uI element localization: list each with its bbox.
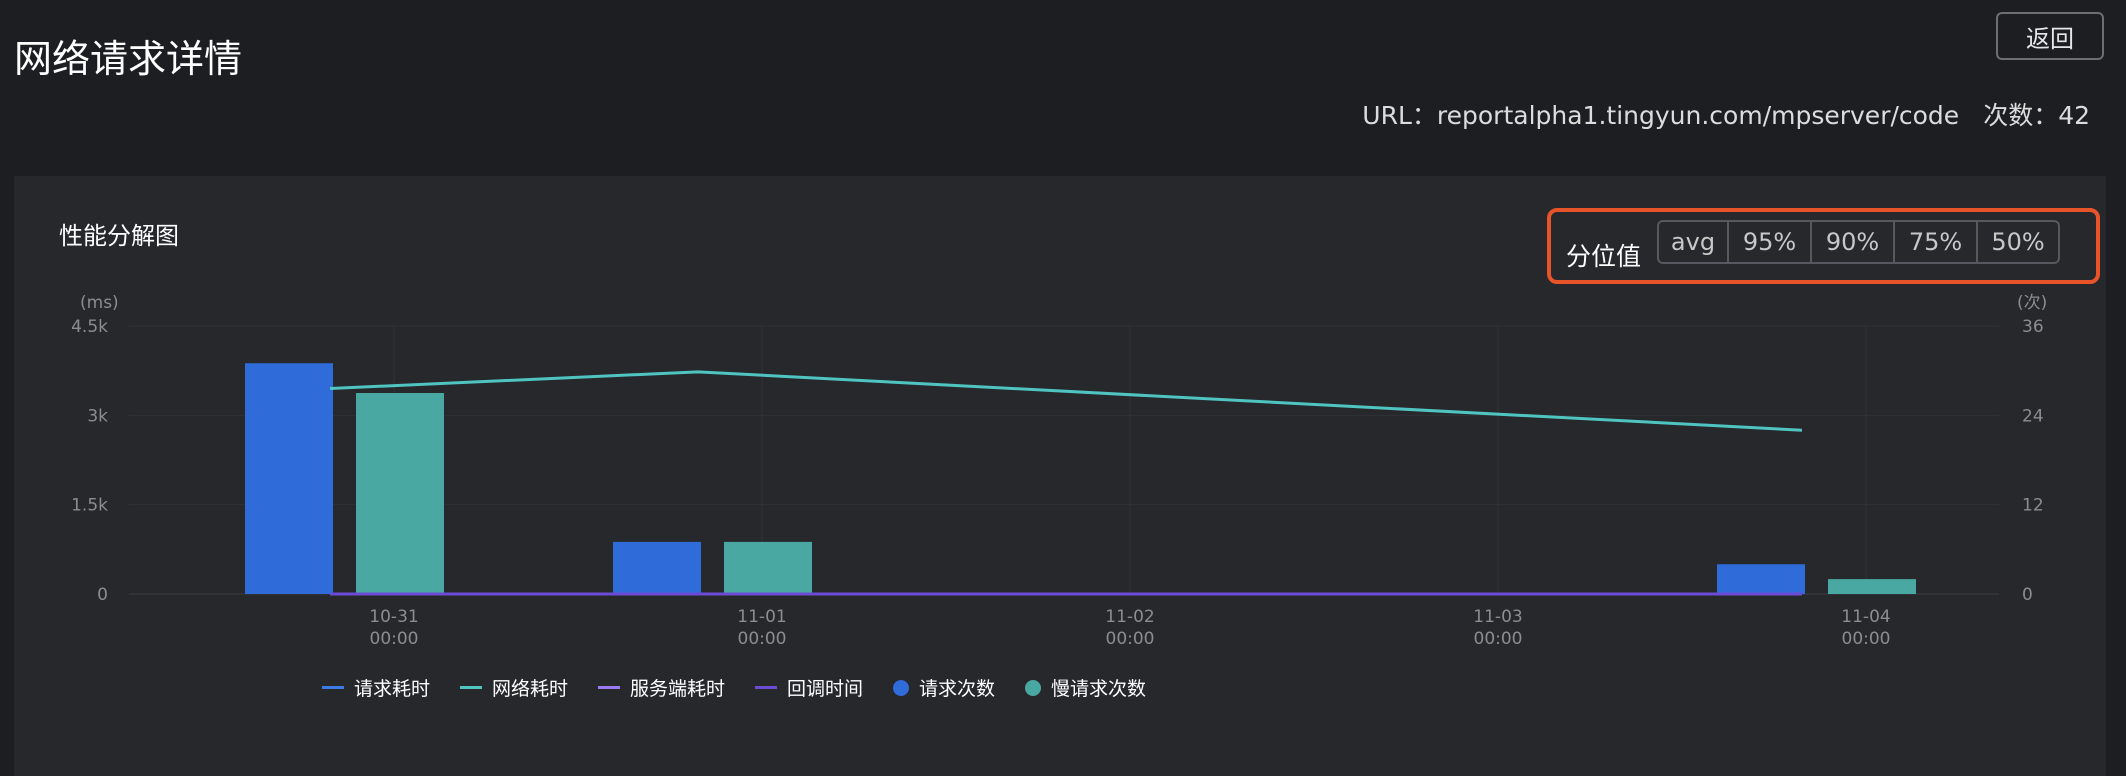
legend-dot-icon	[1025, 679, 1042, 696]
y-right-tick-label: 0	[2022, 585, 2033, 605]
x-tick-label-time: 00:00	[1106, 629, 1155, 649]
legend-line-icon	[459, 686, 482, 689]
legend-line-icon	[597, 686, 620, 689]
y-right-tick-label: 12	[2022, 496, 2044, 516]
performance-panel: 性能分解图 分位值 avg 95% 90% 75% 50% 0 1.5k 3k 4.5…	[14, 176, 2106, 776]
line-network-time	[329, 370, 1803, 432]
legend-item-callback-time[interactable]: 回调时间	[755, 674, 863, 701]
y-right-tick-label: 24	[2022, 406, 2044, 426]
legend-item-server-time[interactable]: 服务端耗时	[597, 674, 725, 701]
bar-request-count	[1717, 564, 1805, 594]
legend-item-slow-request-count[interactable]: 慢请求次数	[1025, 674, 1146, 701]
y-left-tick-label: 0	[97, 585, 108, 605]
x-tick-label-time: 00:00	[1474, 629, 1523, 649]
y-right-tick-label: 36	[2022, 317, 2044, 337]
bar-slow-request-count	[724, 541, 812, 594]
back-button[interactable]: 返回	[1996, 12, 2104, 60]
legend-dot-icon	[893, 679, 910, 696]
legend-item-request-time[interactable]: 请求耗时	[321, 674, 430, 701]
chart-legend: 请求耗时 网络耗时 服务端耗时 回调时间 请求次数 慢请求次数	[14, 674, 1454, 701]
legend-label: 回调时间	[787, 678, 864, 700]
legend-item-request-count[interactable]: 请求次数	[893, 674, 995, 701]
x-tick-label-date: 11-01	[737, 607, 786, 627]
page-title: 网络请求详情	[14, 37, 243, 81]
y-left-tick-label: 1.5k	[71, 496, 108, 516]
y-right-unit-label: (次)	[2017, 293, 2047, 313]
x-tick-label-date: 11-02	[1105, 607, 1154, 627]
bar-request-count	[245, 363, 333, 594]
x-tick-label-date: 10-31	[369, 607, 418, 627]
y-left-tick-label: 4.5k	[71, 317, 108, 337]
legend-line-icon	[321, 686, 344, 689]
x-tick-label-date: 11-03	[1473, 607, 1522, 627]
y-left-unit-label: (ms)	[80, 293, 119, 313]
legend-item-network-time[interactable]: 网络耗时	[459, 674, 568, 701]
x-tick-label-time: 00:00	[738, 629, 787, 649]
legend-label: 慢请求次数	[1051, 678, 1147, 700]
request-meta: URL：reportalpha1.tingyun.com/mpserver/co…	[1362, 96, 2090, 132]
legend-label: 服务端耗时	[629, 678, 725, 700]
bar-request-count	[613, 541, 701, 594]
url-text: URL：reportalpha1.tingyun.com/mpserver/co…	[1362, 101, 1960, 130]
legend-label: 网络耗时	[491, 678, 568, 700]
legend-label: 请求次数	[919, 678, 996, 700]
page: 网络请求详情 返回 URL：reportalpha1.tingyun.com/m…	[0, 0, 2126, 776]
count-text: 次数：42	[1983, 101, 2090, 130]
y-left-tick-label: 3k	[87, 406, 108, 426]
legend-label: 请求耗时	[353, 678, 430, 700]
legend-line-icon	[755, 686, 777, 689]
bar-slow-request-count	[356, 393, 444, 594]
x-tick-label-time: 00:00	[1842, 629, 1891, 649]
x-tick-label-date: 11-04	[1841, 607, 1890, 627]
x-tick-label-time: 00:00	[370, 629, 419, 649]
bar-slow-request-count	[1828, 579, 1916, 594]
